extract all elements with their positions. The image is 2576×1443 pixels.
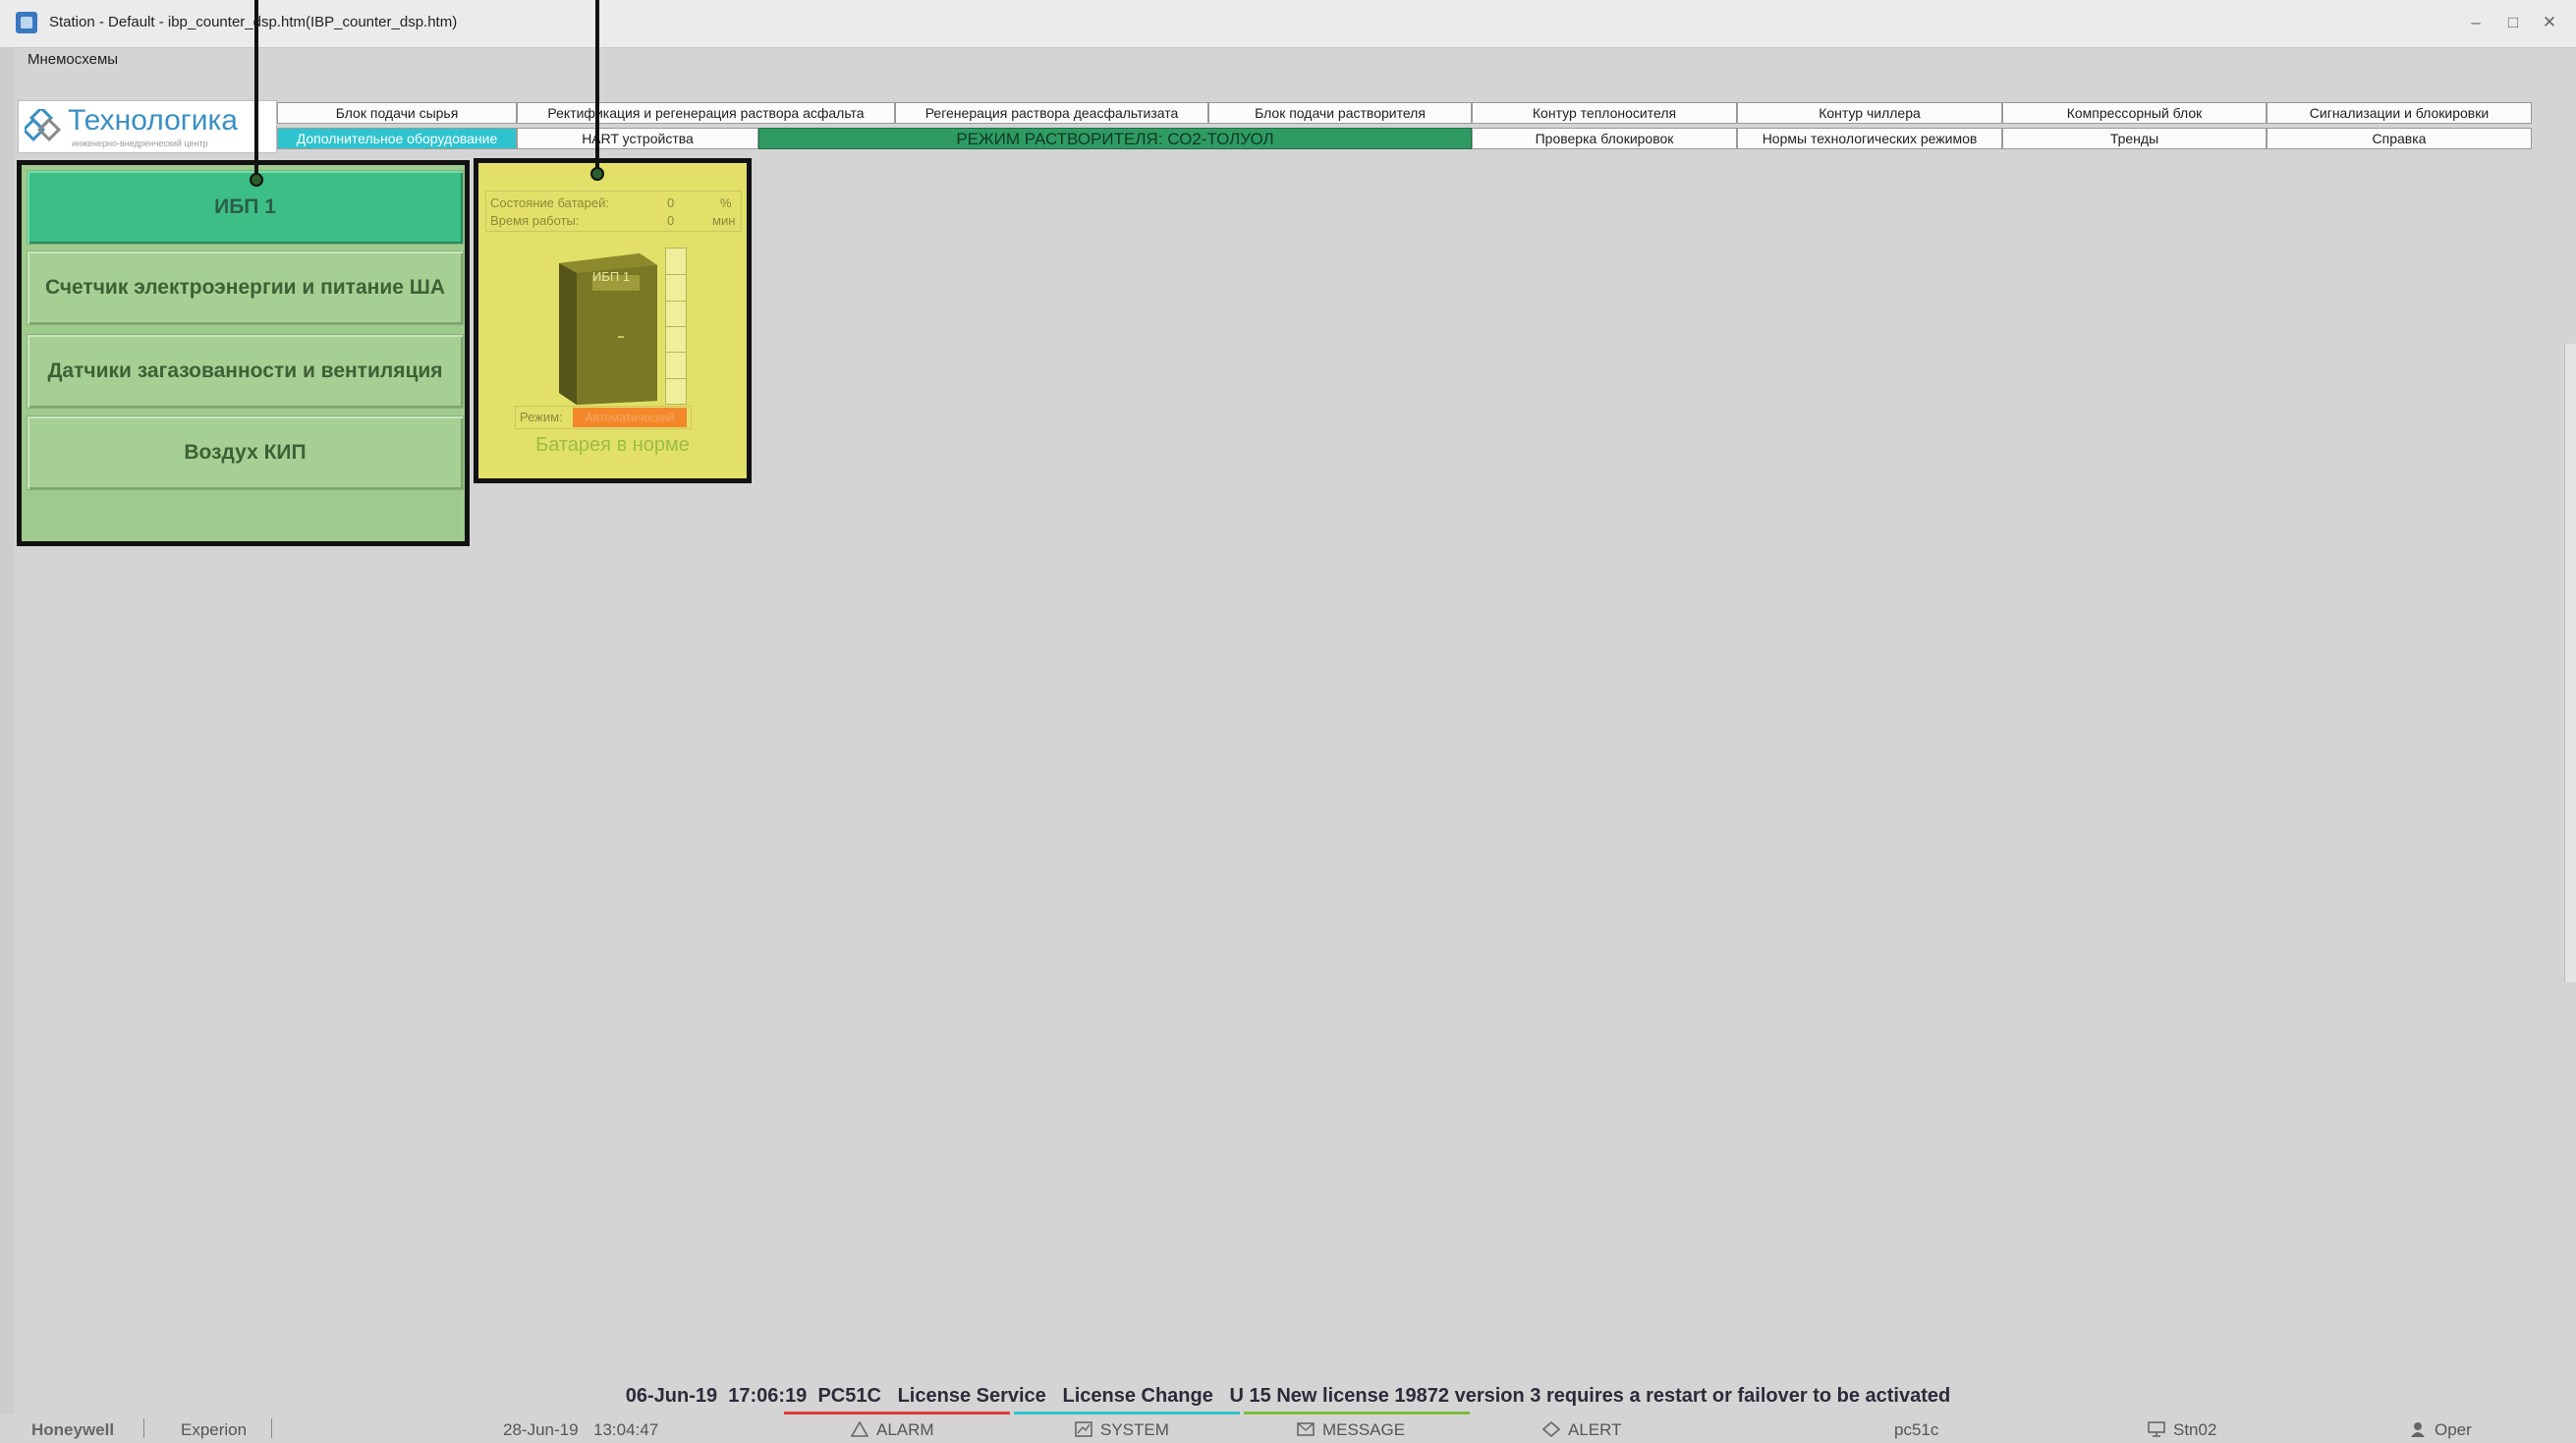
message-label: MESSAGE xyxy=(1322,1420,1406,1439)
solvent-mode-banner: РЕЖИМ РАСТВОРИТЕЛЯ: СО2-ТОЛУОЛ xyxy=(758,128,1472,149)
monitor-icon xyxy=(2148,1421,2165,1437)
alert-label: ALERT xyxy=(1568,1420,1622,1439)
user-indicator: Oper xyxy=(2409,1420,2472,1440)
nav-help[interactable]: Справка xyxy=(2267,128,2532,149)
station-app-icon xyxy=(16,12,37,33)
user-icon xyxy=(2411,1422,2425,1437)
nav-row-1: Блок подачи сырья Ректификация и регенер… xyxy=(277,102,2537,125)
message-envelope-icon xyxy=(1297,1422,1315,1436)
callout-line-ups-card xyxy=(595,0,599,171)
last-message-line[interactable]: 06-Jun-19 17:06:19 PC51C License Service… xyxy=(0,1385,2576,1408)
logo-diamond-icon xyxy=(25,109,62,142)
message-source: License Service xyxy=(897,1385,1046,1407)
runtime-label: Время работы: xyxy=(490,213,580,228)
alarm-label: ALARM xyxy=(876,1420,934,1439)
status-date: 28-Jun-19 xyxy=(503,1420,579,1439)
logo-subtitle: инженерно-внедренческий центр xyxy=(72,139,208,148)
runtime-value: 0 xyxy=(667,213,675,228)
nav-trends[interactable]: Тренды xyxy=(2002,128,2267,149)
message-text: U 15 New license 19872 version 3 require… xyxy=(1229,1385,1951,1407)
nav-feed-block[interactable]: Блок подачи сырья xyxy=(277,102,517,124)
nav-rectification-asphalt[interactable]: Ректификация и регенерация раствора асфа… xyxy=(517,102,895,124)
maximize-button[interactable]: □ xyxy=(2498,10,2528,35)
system-label: SYSTEM xyxy=(1100,1420,1169,1439)
logo-title: Технологика xyxy=(68,104,238,137)
side-item-power-meter[interactable]: Счетчик электроэнергии и питание ША xyxy=(27,250,464,325)
side-item-ups1[interactable]: ИБП 1 xyxy=(27,170,464,245)
nav-row-2: Дополнительное оборудование HART устройс… xyxy=(277,128,2537,150)
company-logo: Технологика инженерно-внедренческий цент… xyxy=(18,100,277,153)
vertical-scrollbar[interactable] xyxy=(2564,344,2576,982)
user-name: Oper xyxy=(2435,1420,2472,1439)
statusbar-separator xyxy=(143,1418,144,1438)
nav-solvent-feed[interactable]: Блок подачи растворителя xyxy=(1208,102,1472,124)
message-node: PC51C xyxy=(817,1385,881,1407)
nav-interlock-check[interactable]: Проверка блокировок xyxy=(1472,128,1737,149)
brand-honeywell: Honeywell xyxy=(31,1420,115,1439)
window-left-border xyxy=(0,47,14,1443)
ups-info-box: Состояние батарей: 0 % Время работы: 0 м… xyxy=(485,191,742,232)
battery-status-text: Батарея в норме xyxy=(535,434,690,456)
minimize-button[interactable]: – xyxy=(2461,10,2491,35)
gauge-tick xyxy=(666,352,686,353)
battery-state-label: Состояние батарей: xyxy=(490,195,609,210)
runtime-row: Время работы: xyxy=(490,213,579,228)
ups-mode-label: Режим: xyxy=(520,410,563,424)
menu-mnemoschemes[interactable]: Мнемосхемы xyxy=(28,51,118,68)
battery-state-unit: % xyxy=(720,195,732,210)
gauge-tick xyxy=(666,326,686,327)
nav-hart-devices[interactable]: HART устройства xyxy=(517,128,758,149)
message-underline xyxy=(1244,1412,1470,1415)
nav-additional-equipment[interactable]: Дополнительное оборудование xyxy=(277,128,517,149)
side-item-instrument-air[interactable]: Воздух КИП xyxy=(27,416,464,490)
runtime-unit: мин xyxy=(712,213,736,228)
ups-mode-row: Режим: Автоматический xyxy=(515,406,692,429)
equipment-side-panel: ИБП 1 Счетчик электроэнергии и питание Ш… xyxy=(17,160,470,546)
message-tab[interactable]: MESSAGE xyxy=(1297,1420,1405,1440)
message-time: 17:06:19 xyxy=(728,1385,808,1407)
nav-heat-carrier-loop[interactable]: Контур теплоносителя xyxy=(1472,102,1737,124)
gauge-tick xyxy=(666,274,686,275)
callout-dot-side-menu xyxy=(250,173,263,187)
statusbar: Honeywell Experion 28-Jun-19 13:04:47 AL… xyxy=(0,1412,2576,1443)
ups-mode-value: Автоматический xyxy=(573,408,687,427)
status-time: 13:04:47 xyxy=(593,1420,659,1439)
callout-dot-ups-card xyxy=(590,167,604,181)
system-tab[interactable]: SYSTEM xyxy=(1075,1420,1169,1440)
window-titlebar: Station - Default - ibp_counter_dsp.htm(… xyxy=(0,0,2576,48)
alarm-tab[interactable]: ALARM xyxy=(851,1420,934,1440)
battery-state-value: 0 xyxy=(667,195,675,210)
gauge-tick xyxy=(666,301,686,302)
message-date: 06-Jun-19 xyxy=(625,1385,718,1407)
statusbar-separator xyxy=(271,1418,272,1438)
alert-diamond-icon xyxy=(1542,1421,1560,1437)
node-name: pc51c xyxy=(1894,1420,1939,1439)
alert-tab[interactable]: ALERT xyxy=(1542,1420,1622,1440)
message-type: License Change xyxy=(1062,1385,1213,1407)
battery-state-row: Состояние батарей: xyxy=(490,195,609,210)
station-indicator: Stn02 xyxy=(2148,1420,2216,1440)
product-experion: Experion xyxy=(181,1420,248,1439)
nav-chiller-loop[interactable]: Контур чиллера xyxy=(1737,102,2002,124)
system-underline xyxy=(1014,1412,1240,1415)
nav-compressor-block[interactable]: Компрессорный блок xyxy=(2002,102,2267,124)
menubar: Мнемосхемы xyxy=(0,48,2576,72)
alarm-triangle-icon xyxy=(851,1421,868,1437)
battery-level-gauge xyxy=(665,248,687,405)
gauge-tick xyxy=(666,378,686,379)
ups-image-label: ИБП 1 xyxy=(592,269,631,284)
close-button[interactable]: ✕ xyxy=(2535,10,2564,35)
station-name: Stn02 xyxy=(2173,1420,2217,1439)
system-chart-icon xyxy=(1075,1421,1092,1437)
alarm-underline xyxy=(784,1412,1010,1415)
callout-line-side-menu xyxy=(254,0,258,177)
nav-process-norms[interactable]: Нормы технологических режимов xyxy=(1737,128,2002,149)
nav-deasphaltizate-regeneration[interactable]: Регенерация раствора деасфальтизата xyxy=(895,102,1208,124)
window-title: Station - Default - ibp_counter_dsp.htm(… xyxy=(49,14,458,30)
nav-alarms-interlocks[interactable]: Сигнализации и блокировки xyxy=(2267,102,2532,124)
side-item-gas-sensors[interactable]: Датчики загазованности и вентиляция xyxy=(27,334,464,409)
ups-card[interactable]: Состояние батарей: 0 % Время работы: 0 м… xyxy=(474,158,752,483)
